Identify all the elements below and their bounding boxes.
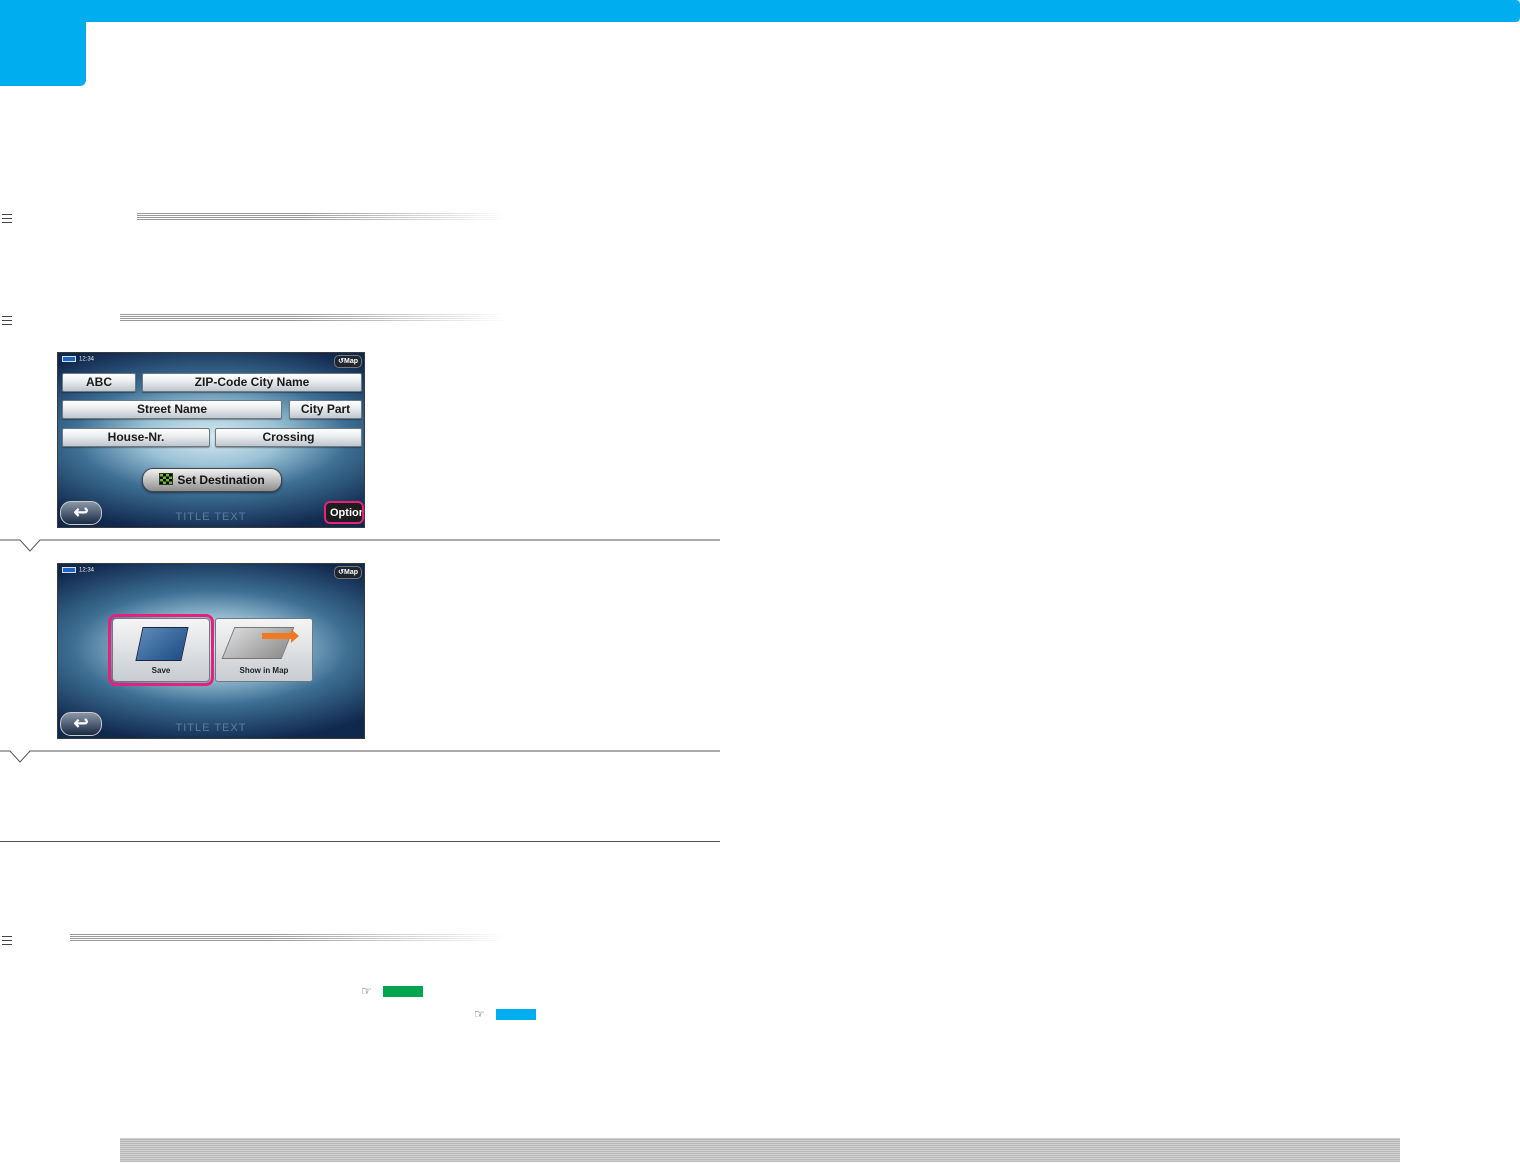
map-button[interactable]: ↺Map [334, 355, 362, 368]
house-number-button[interactable]: House-Nr. [62, 428, 210, 447]
save-label: Save [151, 666, 171, 675]
orange-arrow-icon [262, 629, 299, 643]
zip-code-city-name-button[interactable]: ZIP-Code City Name [142, 373, 362, 392]
show-in-map-label: Show in Map [239, 666, 289, 675]
save-tile-button[interactable]: Save [108, 614, 214, 686]
status-bar: 12:34 [62, 567, 94, 574]
battery-icon [62, 567, 76, 573]
chapter-tab [0, 0, 86, 86]
checkered-flag-icon [159, 473, 174, 485]
header-band [0, 0, 1520, 22]
step-divider [0, 750, 720, 763]
show-in-map-tile-button[interactable]: Show in Map [215, 618, 313, 682]
pointing-hand-icon: ☞ [474, 1007, 485, 1021]
street-name-button[interactable]: Street Name [62, 400, 282, 419]
section-marker-icon [2, 316, 12, 325]
pointing-hand-icon: ☞ [361, 984, 372, 998]
status-time: 12:34 [79, 356, 95, 363]
map-sheet-icon [221, 627, 295, 659]
step-divider [0, 539, 720, 552]
page-reference-tag[interactable] [496, 1009, 536, 1020]
section-end-rule [0, 841, 720, 842]
section-marker-icon [2, 936, 12, 945]
options-button[interactable]: Option [324, 501, 364, 524]
crossing-button[interactable]: Crossing [215, 428, 362, 447]
address-entry-screen: 12:34 ↺Map ABC ZIP-Code City Name Street… [57, 352, 365, 528]
status-bar: 12:34 [62, 356, 94, 363]
status-time: 12:34 [79, 567, 95, 574]
city-part-button[interactable]: City Part [289, 400, 362, 419]
section-marker-icon [2, 214, 12, 223]
abc-button[interactable]: ABC [62, 373, 136, 392]
screen-title: TITLE TEXT [175, 511, 247, 523]
map-button[interactable]: ↺Map [334, 566, 362, 579]
section-rule [137, 213, 507, 221]
page-reference-tag[interactable] [383, 986, 423, 997]
options-screen: 12:34 ↺Map Save Show in Map ↩ TITLE TEXT [57, 563, 365, 739]
screen-title: TITLE TEXT [175, 722, 247, 734]
battery-icon [62, 356, 76, 362]
folder-icon [135, 627, 189, 661]
map-button-label: Map [344, 569, 358, 576]
footer-band [120, 1138, 1400, 1162]
set-destination-button[interactable]: Set Destination [142, 468, 282, 492]
section-rule [120, 314, 507, 322]
section-rule [70, 934, 507, 942]
map-button-label: Map [344, 358, 358, 365]
set-destination-label: Set Destination [177, 473, 265, 487]
